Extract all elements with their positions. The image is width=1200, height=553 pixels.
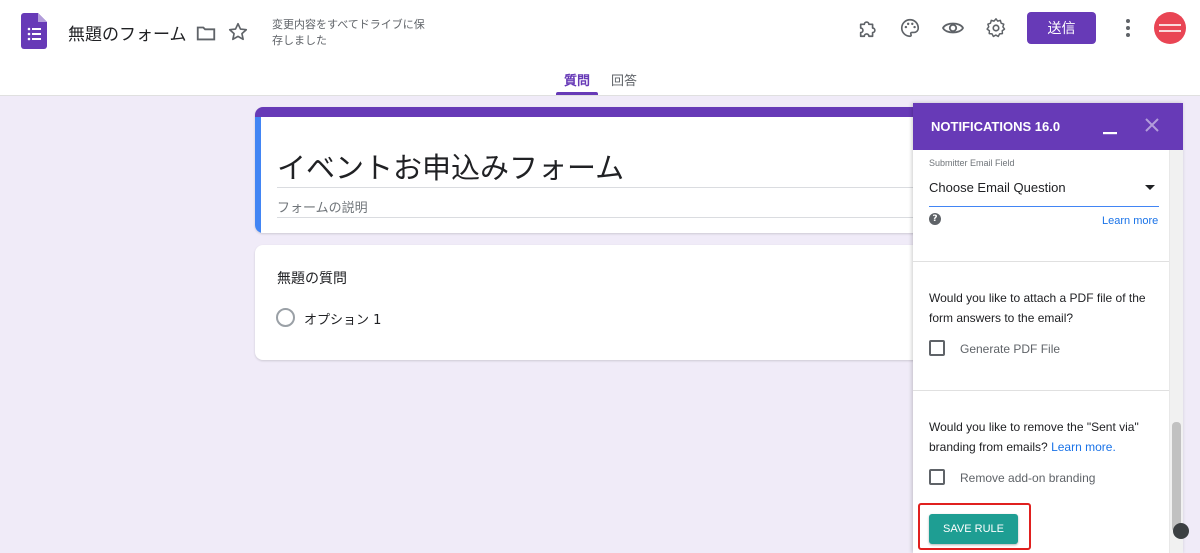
pdf-question-text: Would you like to attach a PDF file of t…: [929, 291, 1146, 325]
generate-pdf-label[interactable]: Generate PDF File: [960, 342, 1060, 356]
gear-icon[interactable]: [983, 15, 1009, 41]
divider: [277, 217, 937, 218]
learn-more-link[interactable]: Learn more: [1102, 215, 1158, 227]
folder-icon[interactable]: [195, 22, 217, 44]
palette-icon[interactable]: [897, 15, 923, 41]
sidebar-header: NOTIFICATIONS 16.0: [913, 103, 1183, 150]
help-bubble-icon[interactable]: [1173, 523, 1189, 539]
email-field-label: Submitter Email Field: [929, 158, 1015, 168]
branding-learn-more-link[interactable]: Learn more.: [1051, 440, 1116, 454]
notifications-sidebar: NOTIFICATIONS 16.0 Submitter Email Field…: [913, 103, 1183, 553]
active-card-accent: [255, 117, 261, 233]
eye-icon[interactable]: [940, 15, 966, 41]
scrollbar-thumb[interactable]: [1172, 422, 1181, 532]
forms-logo-icon[interactable]: [21, 13, 47, 49]
app-header: 無題のフォーム 変更内容をすべてドライブに保存しました 送信 質問 回答: [0, 0, 1200, 96]
minimize-icon[interactable]: [1103, 121, 1117, 135]
active-tab-indicator: [556, 92, 598, 95]
question-title[interactable]: 無題の質問: [277, 268, 347, 288]
remove-branding-label[interactable]: Remove add-on branding: [960, 471, 1095, 485]
generate-pdf-checkbox[interactable]: [929, 340, 945, 356]
branding-question-text: Would you like to remove the "Sent via" …: [929, 417, 1165, 457]
sidebar-title: NOTIFICATIONS 16.0: [931, 119, 1061, 134]
addon-icon[interactable]: [855, 15, 881, 41]
help-icon[interactable]: ?: [929, 213, 941, 225]
sidebar-scrollbar[interactable]: [1169, 150, 1183, 553]
form-description-field[interactable]: フォームの説明: [277, 197, 368, 216]
tab-questions[interactable]: 質問: [556, 70, 598, 89]
save-status-text: 変更内容をすべてドライブに保存しました: [272, 18, 425, 47]
divider: [913, 261, 1169, 262]
email-select-value: Choose Email Question: [929, 180, 1066, 195]
email-question-select[interactable]: Choose Email Question: [929, 175, 1159, 207]
remove-branding-checkbox[interactable]: [929, 469, 945, 485]
chevron-down-icon: [1145, 185, 1155, 190]
close-icon[interactable]: [1143, 116, 1161, 134]
radio-option-icon: [276, 308, 295, 327]
divider: [913, 390, 1169, 391]
more-vert-icon[interactable]: [1118, 17, 1138, 39]
star-icon[interactable]: [227, 21, 249, 43]
tab-responses[interactable]: 回答: [611, 70, 637, 89]
send-button[interactable]: 送信: [1027, 12, 1096, 44]
form-title-card[interactable]: イベントお申込みフォーム フォームの説明: [255, 107, 945, 233]
question-card[interactable]: 無題の質問 オプション 1: [255, 245, 945, 360]
document-title[interactable]: 無題のフォーム: [68, 20, 187, 45]
divider: [277, 187, 937, 188]
avatar[interactable]: [1154, 12, 1186, 44]
form-title[interactable]: イベントお申込みフォーム: [277, 145, 624, 187]
save-rule-button[interactable]: SAVE RULE: [929, 514, 1018, 544]
option-label[interactable]: オプション 1: [304, 309, 381, 328]
